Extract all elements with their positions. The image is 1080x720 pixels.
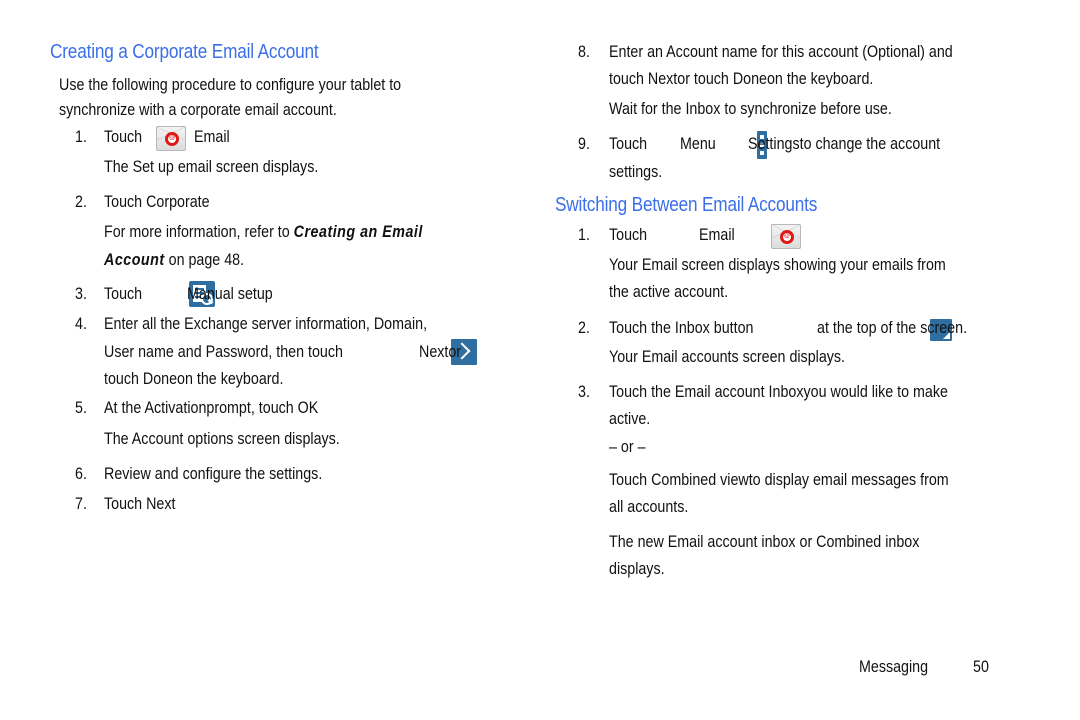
step-text: Touch the Inbox button xyxy=(609,318,754,337)
step-text: Touch xyxy=(104,127,143,146)
step-note: Your Email screen displays showing your … xyxy=(609,255,946,274)
step-number: 5. xyxy=(75,398,87,417)
step-text: Enter all the Exchange server informatio… xyxy=(104,314,428,333)
step-text: Review and configure the settings. xyxy=(104,464,323,483)
footer-section-name: Messaging xyxy=(859,657,929,676)
step-text: Touch xyxy=(104,284,143,303)
step-text: Nextor xyxy=(419,342,462,361)
step-number: 1. xyxy=(578,225,590,244)
step-number: 7. xyxy=(75,494,87,513)
step-note: The Account options screen displays. xyxy=(104,429,340,448)
step-text: settings. xyxy=(609,162,663,181)
step-text: At the Activationprompt, touch OK xyxy=(104,398,319,417)
step-number: 2. xyxy=(578,318,590,337)
step-note: Touch Combined viewto display email mess… xyxy=(609,470,949,489)
step-text: touch Doneon the keyboard. xyxy=(104,369,284,388)
step-text: Touch xyxy=(609,134,648,153)
step-number: 3. xyxy=(75,284,87,303)
step-note: displays. xyxy=(609,559,665,578)
step-number: 9. xyxy=(578,134,590,153)
email-icon xyxy=(156,125,186,151)
step-number: 8. xyxy=(578,42,590,61)
step-number: 3. xyxy=(578,382,590,401)
step-note: Account on page 48. xyxy=(104,250,244,270)
step-text: Touch Next xyxy=(104,494,176,513)
note-text: For more information, refer to xyxy=(104,222,290,241)
section-heading-switching: Switching Between Email Accounts xyxy=(555,194,818,216)
step-text: User name and Password, then touch xyxy=(104,342,343,361)
step-text: Manual setup xyxy=(187,284,273,303)
step-number: 6. xyxy=(75,464,87,483)
step-text: Touch Corporate xyxy=(104,192,210,211)
step-text: Touch xyxy=(609,225,648,244)
step-text: at the top of the screen. xyxy=(817,318,968,337)
step-number: 2. xyxy=(75,192,87,211)
intro-text: synchronize with a corporate email accou… xyxy=(59,100,337,119)
step-text: Menu xyxy=(680,134,716,153)
step-note: For more information, refer to Creating … xyxy=(104,222,423,242)
step-text: Email xyxy=(194,127,230,146)
step-note: all accounts. xyxy=(609,497,689,516)
step-note: Your Email accounts screen displays. xyxy=(609,347,846,366)
or-separator: – or – xyxy=(609,437,646,456)
step-note: Wait for the Inbox to synchronize before… xyxy=(609,99,892,118)
note-text: on page 48. xyxy=(168,250,245,269)
email-icon xyxy=(770,223,801,249)
step-text: active. xyxy=(609,409,651,428)
intro-text: Use the following procedure to configure… xyxy=(59,75,402,94)
step-number: 1. xyxy=(75,127,87,146)
section-heading-corporate: Creating a Corporate Email Account xyxy=(50,41,319,63)
step-text: Touch the Email account Inboxyou would l… xyxy=(609,382,948,401)
step-text: Email xyxy=(699,225,735,244)
step-note: The new Email account inbox or Combined … xyxy=(609,532,920,551)
footer-page-number: 50 xyxy=(973,657,989,676)
cross-reference-link[interactable]: Creating an Email xyxy=(294,222,423,241)
step-text: touch Nextor touch Doneon the keyboard. xyxy=(609,69,874,88)
step-note: the active account. xyxy=(609,282,729,301)
step-text: Settingsto change the account xyxy=(748,134,941,153)
step-number: 4. xyxy=(75,314,87,333)
step-note: The Set up email screen displays. xyxy=(104,157,319,176)
step-text: Enter an Account name for this account (… xyxy=(609,42,953,61)
cross-reference-link[interactable]: Account xyxy=(104,250,165,269)
